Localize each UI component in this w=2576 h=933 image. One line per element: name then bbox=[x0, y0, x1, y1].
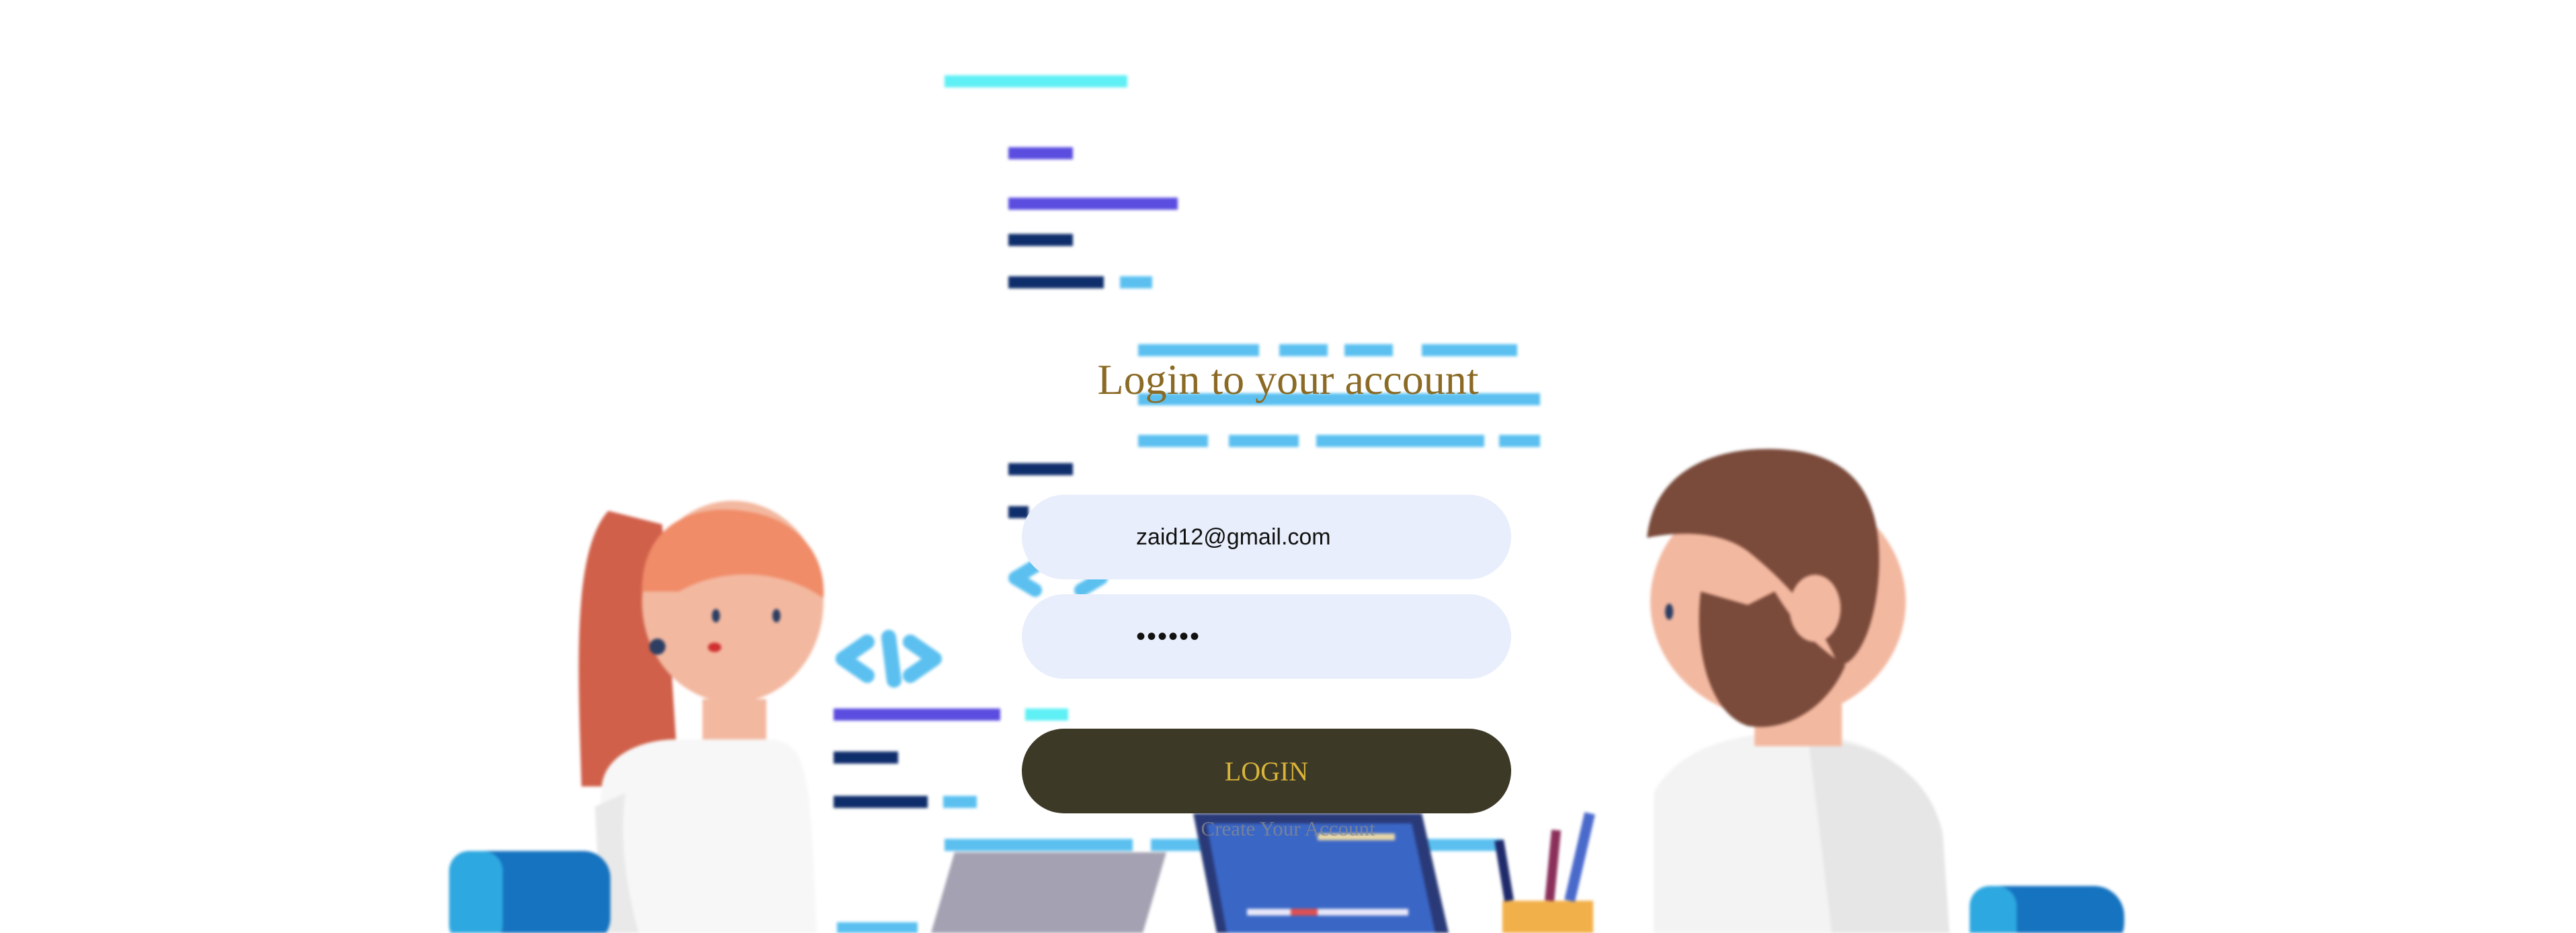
man-developer-figure bbox=[1647, 448, 1949, 933]
password-field[interactable] bbox=[1022, 594, 1511, 679]
login-title: Login to your account bbox=[1097, 356, 1479, 403]
create-account-link[interactable]: Create Your Account bbox=[0, 817, 2576, 841]
chair-icon bbox=[449, 851, 610, 933]
email-field[interactable] bbox=[1022, 495, 1511, 579]
login-page: Login to your account LOGIN Create Your … bbox=[0, 0, 2576, 933]
laptop-icon bbox=[837, 852, 1166, 933]
woman-developer-figure bbox=[578, 501, 824, 933]
code-brackets-icon bbox=[836, 630, 942, 688]
chair-icon bbox=[1970, 886, 2124, 933]
login-button[interactable]: LOGIN bbox=[1022, 729, 1511, 813]
